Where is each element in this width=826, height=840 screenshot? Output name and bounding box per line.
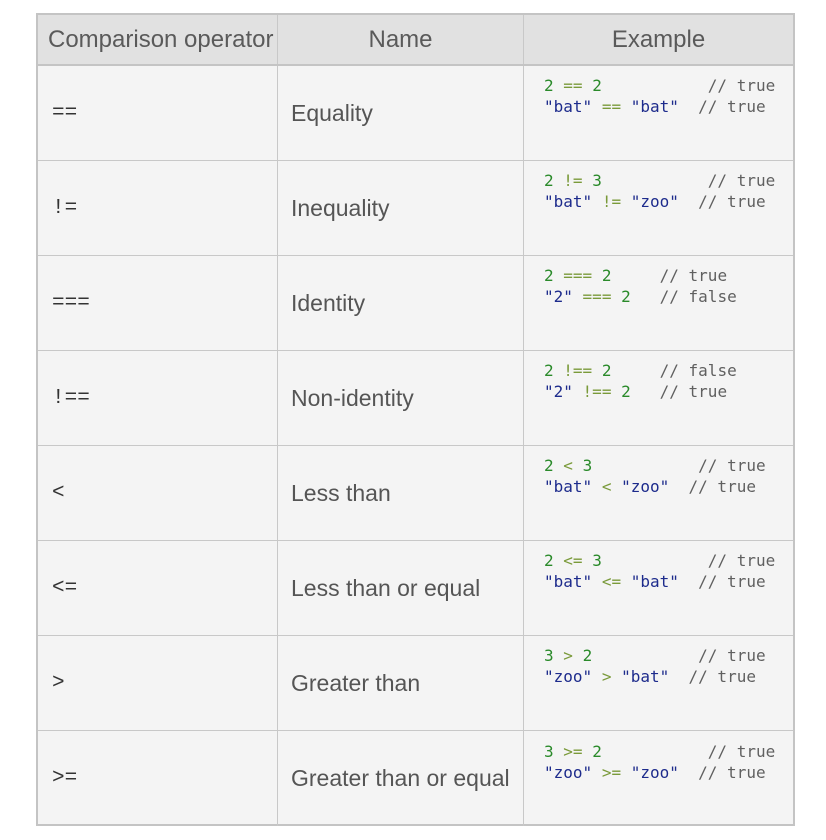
operator-cell: > [38, 636, 278, 730]
header-example: Example [611, 25, 706, 53]
table-row: == Equality 2 == 2 // true "bat" == "bat" /… [38, 66, 793, 161]
example-cell: 2 === 2 // true "2" === 2 // false [524, 256, 793, 350]
table-row: !== Non-identity 2 !== 2 // false "2" !== 2… [38, 351, 793, 446]
example-code-line-2: "2" !== 2 // true [544, 382, 728, 401]
table-row: > Greater than 3 > 2 // true "zoo" > "bat" … [38, 636, 793, 731]
example-cell: 3 >= 2 // true "zoo" >= "zoo" // true [524, 731, 793, 826]
operator-cell: == [38, 66, 278, 160]
example-code-line-1: 2 < 3 // true [544, 456, 766, 475]
operator-cell: != [38, 161, 278, 255]
example-code-line-2: "bat" != "zoo" // true [544, 192, 766, 211]
header-operator: Comparison operator [38, 15, 278, 64]
example-code-line-2: "zoo" >= "zoo" // true [544, 762, 766, 782]
example-cell: 3 > 2 // true "zoo" > "bat" // true [524, 636, 793, 730]
table-row: != Inequality 2 != 3 // true "bat" != "zoo"… [38, 161, 793, 256]
name-cell: Equality [278, 66, 524, 160]
operator-cell: <= [38, 541, 278, 635]
example-code-line-1: 3 > 2 // true [544, 646, 766, 665]
example-code-line-2: "bat" < "zoo" // true [544, 477, 756, 496]
operator-cell: !== [38, 351, 278, 445]
table-body: == Equality 2 == 2 // true "bat" == "bat" /… [38, 66, 793, 826]
name-cell: Identity [278, 256, 524, 350]
example-code-line-2: "zoo" > "bat" // true [544, 667, 756, 686]
operator-cell: === [38, 256, 278, 350]
example-cell: 2 == 2 // true "bat" == "bat" // true [524, 66, 793, 160]
example-code-line-2: "bat" <= "bat" // true [544, 572, 766, 591]
example-code-line-1: 2 === 2 // true [544, 266, 728, 285]
comparison-operators-table: Comparison operator Name Example == Equal… [36, 13, 795, 826]
table-row: < Less than 2 < 3 // true "bat" < "zoo" // … [38, 446, 793, 541]
name-cell: Greater than or equal [278, 731, 524, 826]
table-row: === Identity 2 === 2 // true "2" === 2 // f… [38, 256, 793, 351]
example-cell: 2 < 3 // true "bat" < "zoo" // true [524, 446, 793, 540]
name-cell: Less than [278, 446, 524, 540]
name-cell: Inequality [278, 161, 524, 255]
table-row: <= Less than or equal 2 <= 3 // true "bat" … [38, 541, 793, 636]
table-header-row: Comparison operator Name Example [38, 15, 793, 66]
example-code-line-1: 2 <= 3 // true [544, 551, 776, 570]
name-cell: Greater than [278, 636, 524, 730]
example-code-line-1: 3 >= 2 // true [544, 741, 776, 761]
name-cell: Less than or equal [278, 541, 524, 635]
example-code-line-1: 2 != 3 // true [544, 171, 776, 190]
header-name: Name [278, 15, 524, 64]
name-cell: Non-identity [278, 351, 524, 445]
table-row: >= Greater than or equal 3 >= 2 // true "zo… [38, 731, 793, 826]
operator-cell: >= [38, 731, 278, 826]
example-cell: 2 !== 2 // false "2" !== 2 // true [524, 351, 793, 445]
example-code-line-1: 2 !== 2 // false [544, 361, 737, 380]
example-code-line-2: "bat" == "bat" // true [544, 97, 766, 116]
example-code-line-1: 2 == 2 // true [544, 76, 776, 95]
example-cell: 2 <= 3 // true "bat" <= "bat" // true [524, 541, 793, 635]
example-code-line-2: "2" === 2 // false [544, 287, 737, 306]
example-cell: 2 != 3 // true "bat" != "zoo" // true [524, 161, 793, 255]
operator-cell: < [38, 446, 278, 540]
